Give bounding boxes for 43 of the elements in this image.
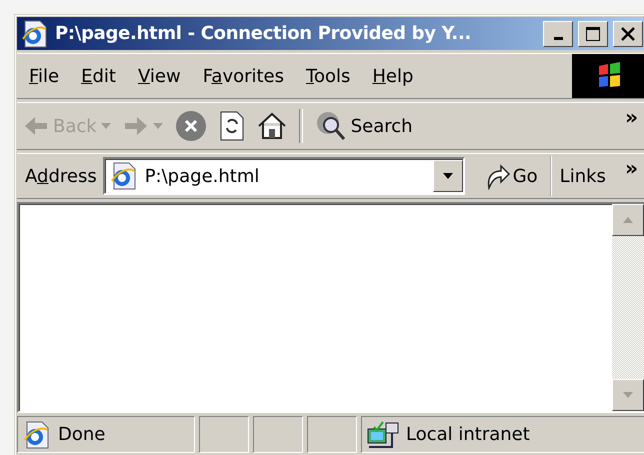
menu-item[interactable]: View	[126, 66, 191, 86]
minimize-button[interactable]	[543, 20, 573, 46]
search-icon	[314, 110, 347, 142]
status-pane	[253, 416, 303, 453]
scroll-down-button[interactable]	[612, 379, 644, 411]
dropdown-button[interactable]	[432, 160, 463, 192]
vertical-scrollbar[interactable]	[612, 204, 644, 411]
right-arrow-icon	[122, 115, 149, 137]
dropdown-arrow-icon	[152, 123, 163, 129]
dropdown-arrow-icon	[442, 173, 453, 179]
minimize-icon	[554, 37, 562, 40]
refresh-icon	[218, 110, 245, 142]
address-input[interactable]: P:\page.html	[144, 166, 427, 186]
menu-item[interactable]: Edit	[69, 66, 126, 86]
links-button[interactable]: Links	[552, 166, 606, 186]
window-title: P:\page.html - Connection Provided by Y...	[55, 23, 472, 44]
windows-logo	[572, 54, 644, 98]
menu-item[interactable]: Tools	[294, 66, 360, 86]
zone-text: Local intranet	[406, 424, 530, 445]
close-button[interactable]	[613, 20, 643, 46]
maximize-button[interactable]	[578, 20, 608, 46]
search-button[interactable]: Search	[308, 110, 419, 142]
dropdown-arrow-icon	[100, 123, 111, 129]
scroll-up-button[interactable]	[612, 204, 644, 236]
up-arrow-icon	[623, 217, 633, 223]
status-text: Done	[58, 424, 106, 445]
status-pane	[307, 416, 357, 453]
go-button[interactable]: Go	[464, 156, 552, 196]
close-icon	[621, 26, 635, 40]
address-label: Address	[24, 166, 98, 186]
network-computer-icon	[366, 418, 400, 450]
down-arrow-icon	[623, 392, 633, 398]
address-field[interactable]: P:\page.html	[102, 157, 465, 195]
home-icon	[256, 111, 287, 141]
menu-item[interactable]: Favorites	[190, 66, 294, 86]
left-arrow-icon	[23, 115, 49, 137]
links-overflow-chevron[interactable]: »	[625, 154, 644, 180]
menu-item[interactable]: Help	[360, 66, 424, 86]
stop-icon	[174, 110, 207, 142]
status-pane	[199, 416, 249, 453]
toolbar-overflow-chevron[interactable]: »	[625, 103, 644, 129]
maximize-icon	[585, 26, 601, 42]
menu-item[interactable]: File	[17, 66, 70, 86]
